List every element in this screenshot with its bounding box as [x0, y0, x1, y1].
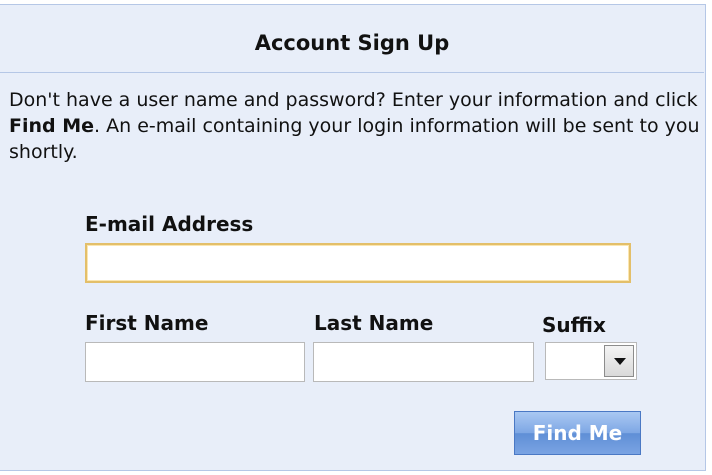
first-name-label: First Name — [85, 311, 209, 335]
suffix-label: Suffix — [542, 313, 606, 337]
intro-text-bold: Find Me — [9, 115, 95, 137]
intro-text-after: . An e-mail containing your login inform… — [9, 115, 700, 163]
find-me-button[interactable]: Find Me — [514, 411, 641, 455]
panel-title: Account Sign Up — [0, 5, 704, 73]
suffix-select[interactable] — [545, 342, 637, 380]
last-name-label: Last Name — [314, 311, 434, 335]
intro-text: Don't have a user name and password? Ent… — [9, 87, 701, 165]
account-signup-panel: Account Sign Up Don't have a user name a… — [0, 4, 706, 471]
last-name-field[interactable] — [313, 342, 534, 382]
email-label: E-mail Address — [85, 212, 254, 236]
first-name-field[interactable] — [85, 342, 305, 382]
email-field[interactable] — [85, 243, 631, 283]
chevron-down-icon — [614, 358, 626, 365]
suffix-dropdown-button[interactable] — [604, 345, 634, 377]
intro-text-before: Don't have a user name and password? Ent… — [9, 89, 698, 111]
